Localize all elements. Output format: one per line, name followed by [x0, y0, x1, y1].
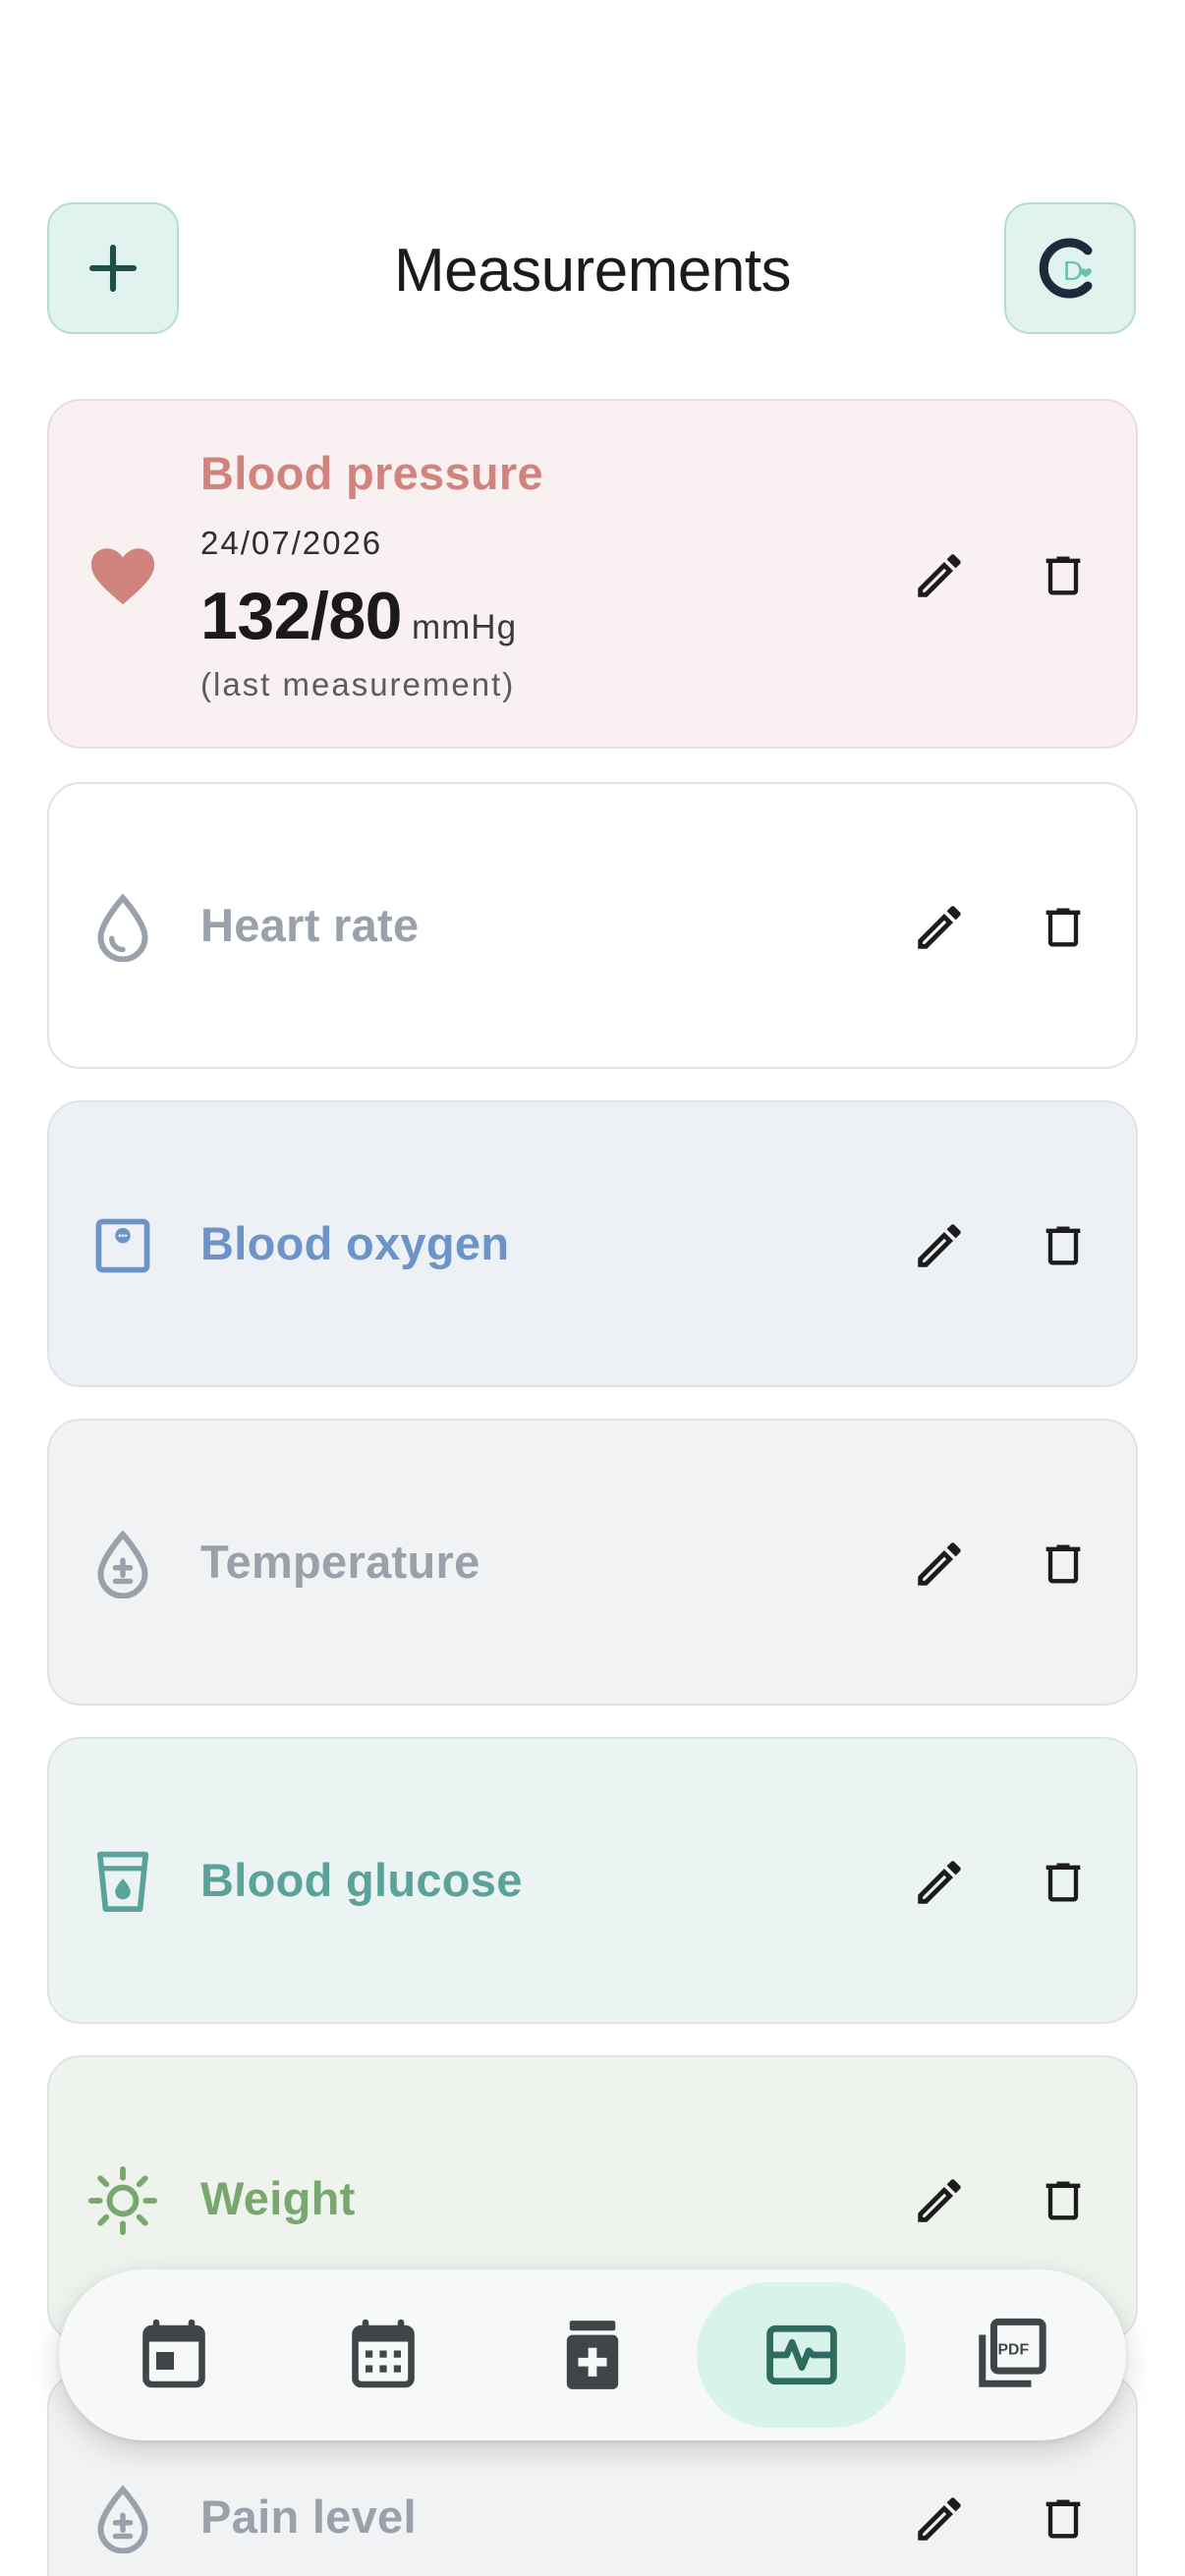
- pencil-icon: [918, 1224, 961, 1267]
- delete-button[interactable]: [1024, 1211, 1102, 1280]
- pencil-icon: [918, 906, 961, 949]
- edit-button[interactable]: [900, 2166, 979, 2235]
- svg-text:PDF: PDF: [997, 2341, 1029, 2358]
- measurement-card-temperature[interactable]: Temperature: [47, 1419, 1138, 1706]
- nav-measurements[interactable]: [697, 2282, 906, 2428]
- bottom-navigation: PDF: [59, 2269, 1126, 2440]
- measurement-name: Weight: [200, 2172, 356, 2224]
- header: Measurements D: [0, 0, 1185, 393]
- delete-button[interactable]: [1024, 541, 1102, 610]
- delete-button[interactable]: [1024, 2485, 1102, 2553]
- measurement-name: Heart rate: [200, 899, 420, 951]
- app-logo-icon: D: [1039, 238, 1093, 299]
- plus-minus-drop-icon: [88, 2485, 157, 2553]
- nav-calendar[interactable]: [278, 2282, 487, 2428]
- profile-button[interactable]: D: [1004, 202, 1136, 334]
- medication-icon: [566, 2321, 618, 2389]
- trash-icon: [1045, 1544, 1081, 1584]
- oximeter-icon: [88, 1211, 157, 1280]
- edit-button[interactable]: [900, 2485, 979, 2553]
- measurement-name: Blood glucose: [200, 1854, 523, 1906]
- edit-button[interactable]: [900, 893, 979, 962]
- nav-today[interactable]: [69, 2282, 278, 2428]
- pencil-icon: [918, 2179, 961, 2222]
- trash-icon: [1045, 2181, 1081, 2220]
- measurement-name: Pain level: [200, 2491, 417, 2543]
- edit-button[interactable]: [900, 1530, 979, 1598]
- pencil-icon: [918, 554, 961, 597]
- last-measurement-value: 132/80: [200, 579, 402, 653]
- card-actions: [900, 2485, 1102, 2553]
- delete-button[interactable]: [1024, 1530, 1102, 1598]
- heart-icon: [88, 541, 157, 610]
- delete-button[interactable]: [1024, 1848, 1102, 1917]
- calendar-day-icon: [141, 2319, 205, 2388]
- card-actions: [900, 1530, 1102, 1598]
- measurement-name: Blood pressure: [200, 447, 543, 499]
- pencil-icon: [918, 2497, 961, 2541]
- trash-icon: [1045, 2499, 1081, 2539]
- delete-button[interactable]: [1024, 2166, 1102, 2235]
- measurement-card-blood-pressure[interactable]: Blood pressure 24/07/2026 132/80 mmHg (la…: [47, 399, 1138, 749]
- measurement-card-blood-glucose[interactable]: Blood glucose: [47, 1737, 1138, 2024]
- last-measurement-date: 24/07/2026: [200, 525, 383, 561]
- card-actions: [900, 893, 1102, 962]
- edit-button[interactable]: [900, 541, 979, 610]
- measurement-name: Temperature: [200, 1536, 480, 1588]
- nav-pdf-export[interactable]: PDF: [906, 2282, 1115, 2428]
- pencil-icon: [918, 1542, 961, 1586]
- trash-icon: [1045, 1226, 1081, 1265]
- measurement-card-blood-oxygen[interactable]: Blood oxygen: [47, 1100, 1138, 1387]
- trash-icon: [1045, 908, 1081, 947]
- card-actions: [900, 1211, 1102, 1280]
- last-measurement-unit: mmHg: [411, 608, 518, 646]
- cup-drop-icon: [88, 1848, 157, 1917]
- monitor-heart-icon: [765, 2324, 837, 2385]
- trash-icon: [1045, 1863, 1081, 1902]
- last-measurement-note: (last measurement): [200, 666, 516, 702]
- trash-icon: [1045, 556, 1081, 595]
- delete-button[interactable]: [1024, 893, 1102, 962]
- nav-medications[interactable]: [487, 2282, 697, 2428]
- card-actions: [900, 1848, 1102, 1917]
- measurement-name: Blood oxygen: [200, 1217, 510, 1269]
- measurement-card-heart-rate[interactable]: Heart rate: [47, 782, 1138, 1069]
- last-measurement-value-row: 132/80 mmHg: [200, 578, 517, 654]
- edit-button[interactable]: [900, 1848, 979, 1917]
- pdf-icon: PDF: [978, 2318, 1046, 2387]
- drop-icon: [88, 893, 157, 962]
- sun-icon: [88, 2166, 157, 2235]
- card-actions: [900, 2166, 1102, 2235]
- calendar-month-icon: [351, 2319, 415, 2388]
- card-actions: [900, 541, 1102, 610]
- plus-minus-drop-icon: [88, 1530, 157, 1598]
- pencil-icon: [918, 1861, 961, 1904]
- edit-button[interactable]: [900, 1211, 979, 1280]
